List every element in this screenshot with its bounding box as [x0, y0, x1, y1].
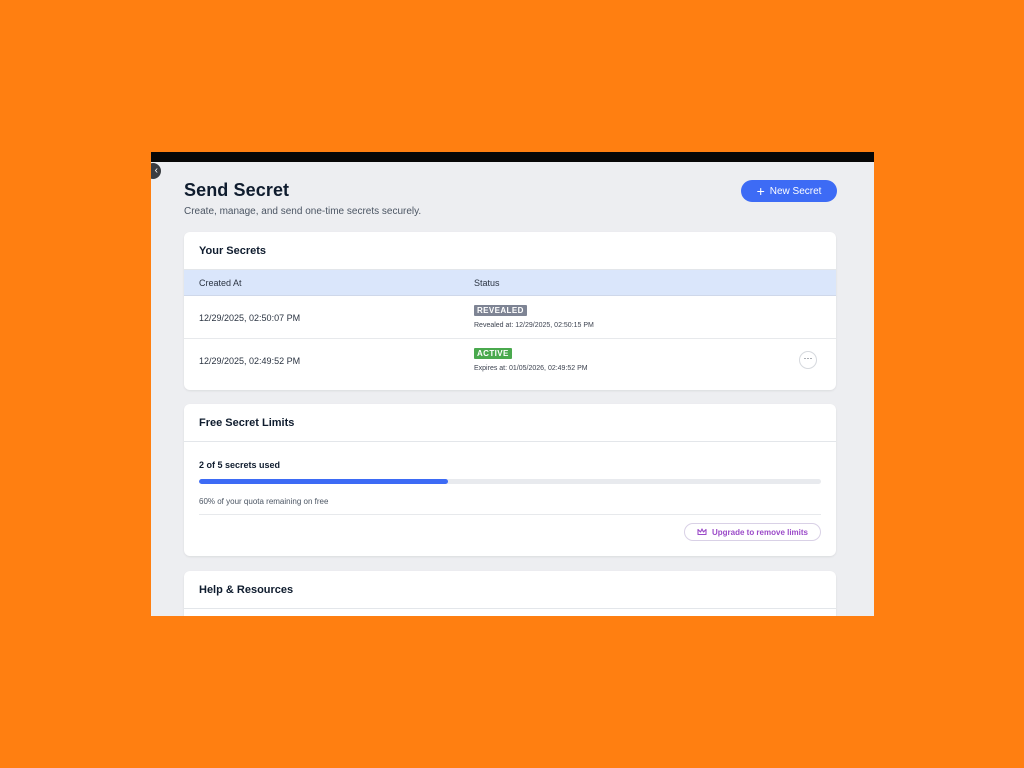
- upgrade-button[interactable]: Upgrade to remove limits: [684, 523, 821, 541]
- secrets-card: Your Secrets Created At Status 12/29/202…: [184, 232, 836, 390]
- plus-icon: +: [756, 183, 765, 199]
- page-header: Send Secret Create, manage, and send one…: [184, 180, 421, 217]
- divider: [199, 514, 821, 515]
- limits-card-title: Free Secret Limits: [184, 404, 836, 442]
- crown-icon: [697, 528, 707, 536]
- window-top-bar: [151, 152, 874, 162]
- new-secret-button[interactable]: + New Secret: [741, 180, 837, 202]
- usage-text: 2 of 5 secrets used: [199, 460, 281, 470]
- new-secret-label: New Secret: [769, 185, 822, 197]
- ellipsis-icon[interactable]: ···: [799, 351, 817, 369]
- table-row: 12/29/2025, 02:50:07 PM REVEALED Reveale…: [184, 296, 836, 339]
- help-card: Help & Resources: [184, 571, 836, 616]
- row-status-detail: Revealed at: 12/29/2025, 02:50:15 PM: [474, 322, 594, 329]
- status-badge: ACTIVE: [474, 348, 512, 359]
- collapse-icon[interactable]: ‹: [151, 163, 161, 179]
- help-card-title: Help & Resources: [184, 571, 836, 609]
- row-created-at: 12/29/2025, 02:49:52 PM: [199, 356, 301, 366]
- quota-remaining-text: 60% of your quota remaining on free: [199, 497, 329, 506]
- secrets-table-header: Created At Status: [184, 270, 836, 296]
- quota-progress-bar: [199, 479, 821, 484]
- column-status: Status: [474, 277, 500, 288]
- quota-progress-fill: [199, 479, 448, 484]
- page-subtitle: Create, manage, and send one-time secret…: [184, 206, 422, 217]
- row-created-at: 12/29/2025, 02:50:07 PM: [199, 313, 301, 323]
- upgrade-label: Upgrade to remove limits: [711, 527, 809, 537]
- status-badge: REVEALED: [474, 305, 527, 316]
- table-row: 12/29/2025, 02:49:52 PM ACTIVE Expires a…: [184, 339, 836, 382]
- limits-card: Free Secret Limits 2 of 5 secrets used 6…: [184, 404, 836, 556]
- limits-body: 2 of 5 secrets used 60% of your quota re…: [184, 442, 836, 555]
- secrets-card-title: Your Secrets: [184, 232, 836, 270]
- app-window: ‹ Send Secret Create, manage, and send o…: [151, 152, 874, 616]
- row-status-detail: Expires at: 01/05/2026, 02:49:52 PM: [474, 365, 588, 372]
- column-created-at: Created At: [199, 277, 242, 288]
- page-title: Send Secret: [184, 180, 290, 200]
